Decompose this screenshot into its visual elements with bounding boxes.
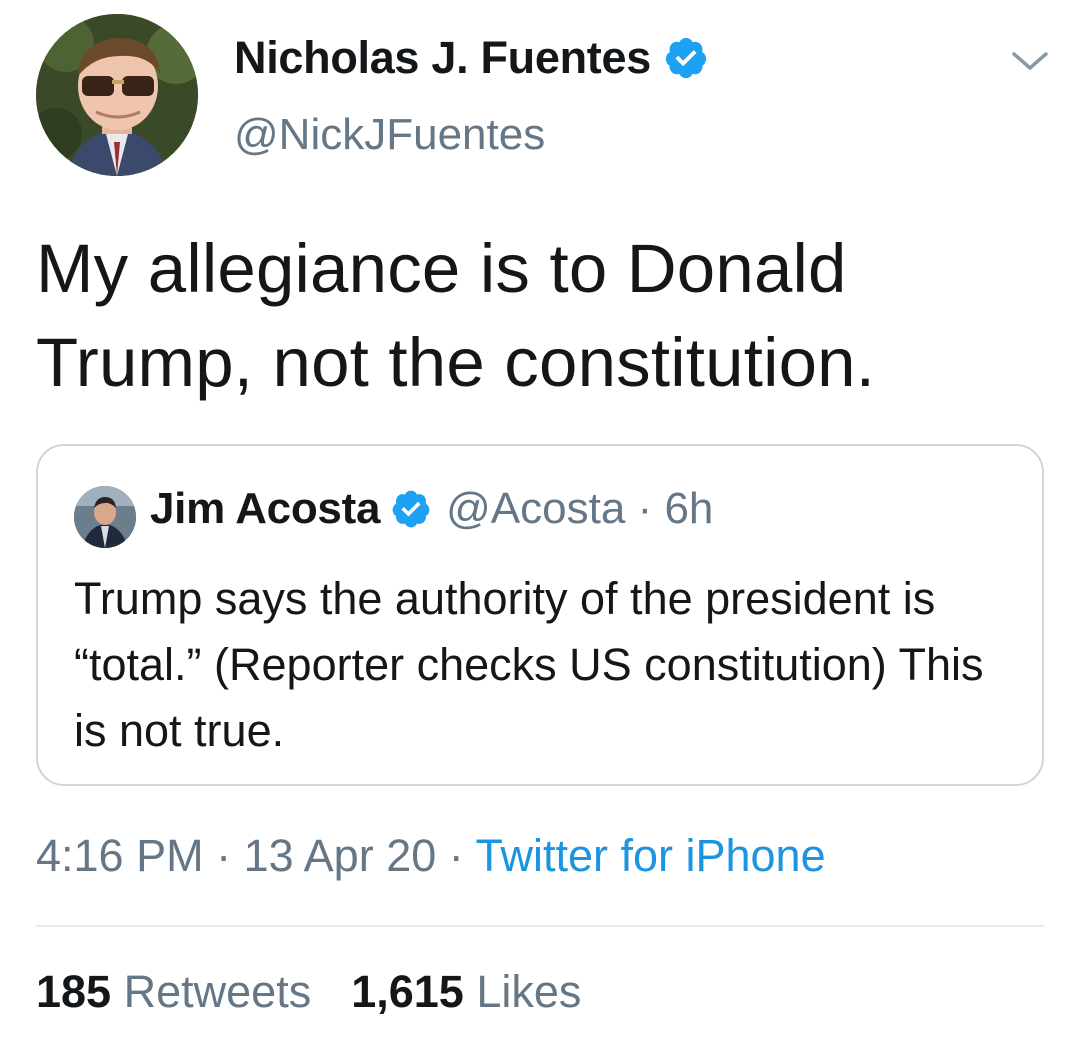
- retweets-stat[interactable]: 185 Retweets: [36, 966, 311, 1017]
- tweet-time[interactable]: 4:16 PM: [36, 830, 204, 881]
- quoted-tweet-text: Trump says the authority of the presiden…: [74, 573, 984, 756]
- author-name[interactable]: Nicholas J. Fuentes: [234, 32, 709, 84]
- quoted-tweet-age[interactable]: 6h: [664, 484, 713, 534]
- likes-count: 1,615: [351, 966, 464, 1017]
- likes-stat[interactable]: 1,615 Likes: [351, 966, 581, 1017]
- quoted-author-avatar[interactable]: [74, 486, 136, 548]
- author-handle[interactable]: @NickJFuentes: [234, 110, 545, 160]
- quoted-separator: ·: [625, 484, 665, 533]
- divider: [36, 925, 1044, 927]
- quoted-tweet[interactable]: Jim Acosta @Acosta · 6h Trump says the a…: [36, 444, 1044, 786]
- tweet-text: My allegiance is to Donald Trump, not th…: [36, 230, 876, 401]
- tweet-stats: 185 Retweets 1,615 Likes: [36, 966, 581, 1018]
- author-avatar[interactable]: [36, 14, 198, 176]
- likes-label: Likes: [476, 966, 582, 1017]
- verified-badge-icon: [392, 490, 430, 528]
- author-name-text[interactable]: Nicholas J. Fuentes: [234, 32, 651, 84]
- avatar-photo-icon: [36, 14, 198, 176]
- chevron-down-icon[interactable]: [1010, 46, 1050, 76]
- tweet-source-link[interactable]: Twitter for iPhone: [475, 830, 825, 881]
- verified-badge-icon: [665, 37, 707, 79]
- quoted-tweet-header: Jim Acosta @Acosta · 6h: [150, 484, 713, 534]
- retweets-label: Retweets: [123, 966, 312, 1017]
- quoted-author-handle[interactable]: @Acosta: [446, 484, 625, 534]
- meta-separator: ·: [436, 830, 476, 881]
- tweet-date[interactable]: 13 Apr 20: [244, 830, 437, 881]
- quoted-author-name[interactable]: Jim Acosta: [150, 484, 380, 534]
- retweets-count: 185: [36, 966, 112, 1017]
- avatar-photo-icon: [74, 486, 136, 548]
- meta-separator: ·: [203, 830, 244, 881]
- tweet-card: Nicholas J. Fuentes @NickJFuentes My all…: [0, 0, 1080, 1051]
- tweet-meta: 4:16 PM · 13 Apr 20 · Twitter for iPhone: [36, 830, 826, 882]
